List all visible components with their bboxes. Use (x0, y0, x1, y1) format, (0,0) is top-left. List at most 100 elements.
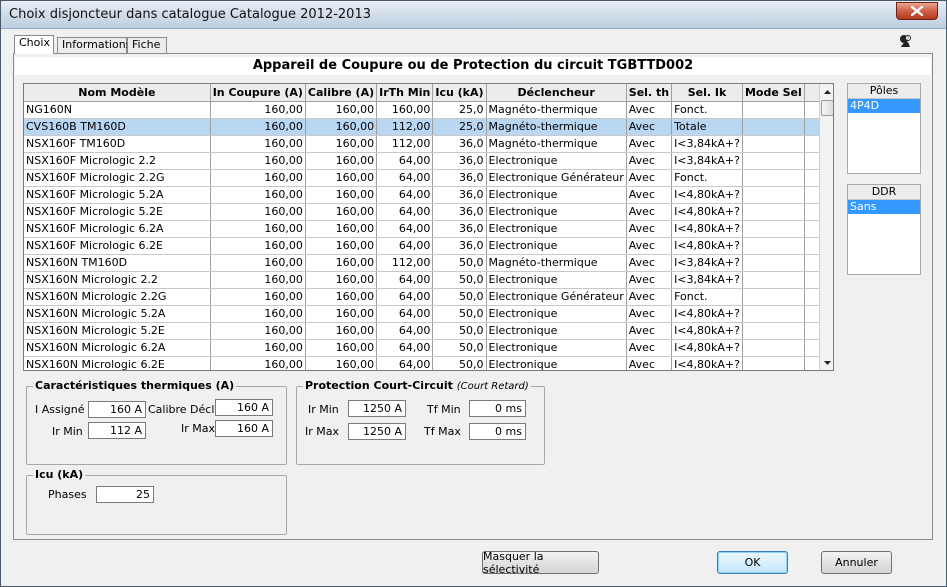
poles-list[interactable]: Pôles 4P4D (847, 83, 921, 174)
table-row[interactable]: NSX160F Micrologic 2.2 160,00 160,00 64,00 3… (24, 152, 833, 170)
col-mode-sel[interactable]: Mode Sel (742, 84, 805, 102)
table-row[interactable]: NSX160N Micrologic 6.2E 160,00 160,00 64,00… (24, 356, 833, 370)
i-assigne-value[interactable]: 160 A (88, 401, 146, 418)
calibre-decl-label: Calibre Décl. (148, 403, 218, 416)
table-cell (742, 169, 805, 187)
table-cell (742, 271, 805, 289)
phases-value[interactable]: 25 (96, 486, 154, 503)
annuler-button[interactable]: Annuler (821, 551, 892, 574)
tab-choix[interactable]: Choix (14, 35, 54, 54)
table-cell: 64,00 (376, 339, 434, 357)
table-cell (742, 220, 805, 238)
table-row[interactable]: NSX160N Micrologic 6.2A 160,00 160,00 64,00… (24, 339, 833, 357)
table-cell: 64,00 (376, 305, 434, 323)
table-cell (742, 186, 805, 204)
table-cell (742, 322, 805, 340)
col-declencheur[interactable]: Déclencheur (486, 84, 627, 102)
calibre-decl-value[interactable]: 160 A (215, 399, 273, 416)
table-row[interactable]: NSX160N TM160D 160,00 160,00 112,00 50,0 Magn… (24, 254, 833, 272)
table-cell: 160,00 (210, 356, 306, 370)
table-cell: Electronique Générateur (486, 169, 627, 187)
masquer-selectivite-button[interactable]: Masquer la sélectivité (482, 550, 599, 576)
table-cell: Electronique (486, 237, 627, 255)
tf-max-value[interactable]: 0 ms (469, 423, 526, 440)
table-cell (742, 339, 805, 357)
tab-fiche[interactable]: Fiche (127, 37, 167, 53)
table-cell: Avec (626, 322, 673, 340)
table-cell: Avec (626, 186, 673, 204)
ok-button[interactable]: OK (717, 551, 788, 574)
table-row[interactable]: NSX160N Micrologic 5.2A 160,00 160,00 64,00… (24, 305, 833, 323)
col-sel-ik[interactable]: Sel. Ik (671, 84, 743, 102)
table-cell: I<4,80kA+? (671, 186, 743, 204)
table-cell: 160,00 (305, 339, 378, 357)
close-icon (911, 6, 923, 16)
table-row[interactable]: NSX160F TM160D 160,00 160,00 112,00 36,0 Magn… (24, 135, 833, 153)
scroll-up-button[interactable] (822, 86, 833, 97)
table-cell: 112,00 (376, 118, 434, 136)
poles-item-selected[interactable]: 4P4D (848, 99, 920, 113)
table-cell: Avec (626, 152, 673, 170)
ir-max-value[interactable]: 160 A (215, 420, 273, 437)
col-sel-th[interactable]: Sel. th (626, 84, 673, 102)
table-cell: NSX160F TM160D (24, 135, 211, 153)
col-nom-modele[interactable]: Nom Modèle (24, 84, 211, 102)
table-cell: 160,00 (305, 118, 378, 136)
col-icu[interactable]: Icu (kA) (432, 84, 487, 102)
tab-informations[interactable]: Informations (57, 37, 131, 53)
breaker-grid[interactable]: Nom Modèle In Coupure (A) Calibre (A) Ir… (23, 83, 834, 371)
col-calibre[interactable]: Calibre (A) (305, 84, 378, 102)
close-button[interactable] (896, 2, 938, 20)
table-cell: NSX160N Micrologic 2.2 (24, 271, 211, 289)
table-cell (742, 101, 805, 119)
vertical-scrollbar[interactable] (819, 84, 833, 370)
col-in-coupure[interactable]: In Coupure (A) (210, 84, 306, 102)
table-cell: Avec (626, 220, 673, 238)
table-cell: Avec (626, 169, 673, 187)
table-row[interactable]: NSX160F Micrologic 6.2A 160,00 160,00 64,00… (24, 220, 833, 238)
table-header-row: Nom Modèle In Coupure (A) Calibre (A) Ir… (24, 84, 833, 102)
table-cell: I<4,80kA+? (671, 305, 743, 323)
scroll-thumb[interactable] (821, 100, 833, 116)
cc-ir-max-value[interactable]: 1250 A (348, 423, 406, 440)
table-row[interactable]: NSX160N Micrologic 5.2E 160,00 160,00 64,00… (24, 322, 833, 340)
tf-min-value[interactable]: 0 ms (469, 400, 526, 417)
table-cell: Avec (626, 135, 673, 153)
col-irth-min[interactable]: IrTh Min (376, 84, 434, 102)
table-cell: 64,00 (376, 152, 434, 170)
ir-max-label: Ir Max (181, 422, 216, 435)
table-cell: Magnéto-thermique (486, 118, 627, 136)
cc-ir-min-value[interactable]: 1250 A (348, 400, 406, 417)
table-cell: 160,00 (305, 135, 378, 153)
table-row[interactable]: NSX160N Micrologic 2.2G 160,00 160,00 64,00… (24, 288, 833, 306)
help-icon[interactable]: ? (898, 34, 912, 48)
table-cell: I<4,80kA+? (671, 356, 743, 370)
table-cell: 160,00 (210, 339, 306, 357)
title-bar[interactable]: Choix disjoncteur dans catalogue Catalog… (1, 1, 946, 29)
ddr-item-selected[interactable]: Sans (848, 200, 920, 214)
ddr-list[interactable]: DDR Sans (847, 184, 921, 275)
ir-min-value[interactable]: 112 A (88, 422, 146, 439)
table-cell: 160,00 (305, 305, 378, 323)
table-row[interactable]: NG160N 160,00 160,00 160,00 25,0 Magnéto-ther… (24, 101, 833, 119)
table-cell: Avec (626, 271, 673, 289)
table-cell: I<4,80kA+? (671, 237, 743, 255)
tf-min-label: Tf Min (427, 403, 461, 416)
table-cell: Avec (626, 237, 673, 255)
table-row[interactable]: NSX160N Micrologic 2.2 160,00 160,00 64,00 5… (24, 271, 833, 289)
scroll-down-button[interactable] (822, 357, 833, 368)
table-row[interactable]: NSX160F Micrologic 5.2E 160,00 160,00 64,00… (24, 203, 833, 221)
table-cell: 25,0 (432, 118, 487, 136)
table-row[interactable]: NSX160F Micrologic 6.2E 160,00 160,00 64,00… (24, 237, 833, 255)
table-row[interactable]: NSX160F Micrologic 5.2A 160,00 160,00 64,00… (24, 186, 833, 204)
table-cell: I<4,80kA+? (671, 220, 743, 238)
table-cell: Avec (626, 203, 673, 221)
table-cell: Avec (626, 305, 673, 323)
table-cell: 160,00 (305, 322, 378, 340)
table-row[interactable]: NSX160F Micrologic 2.2G 160,00 160,00 64,00… (24, 169, 833, 187)
table-cell: I<3,84kA+? (671, 135, 743, 153)
table-cell: 64,00 (376, 271, 434, 289)
table-cell: 160,00 (210, 322, 306, 340)
table-row[interactable]: CVS160B TM160D 160,00 160,00 112,00 25,0 Magn… (24, 118, 833, 136)
table-cell: 64,00 (376, 220, 434, 238)
